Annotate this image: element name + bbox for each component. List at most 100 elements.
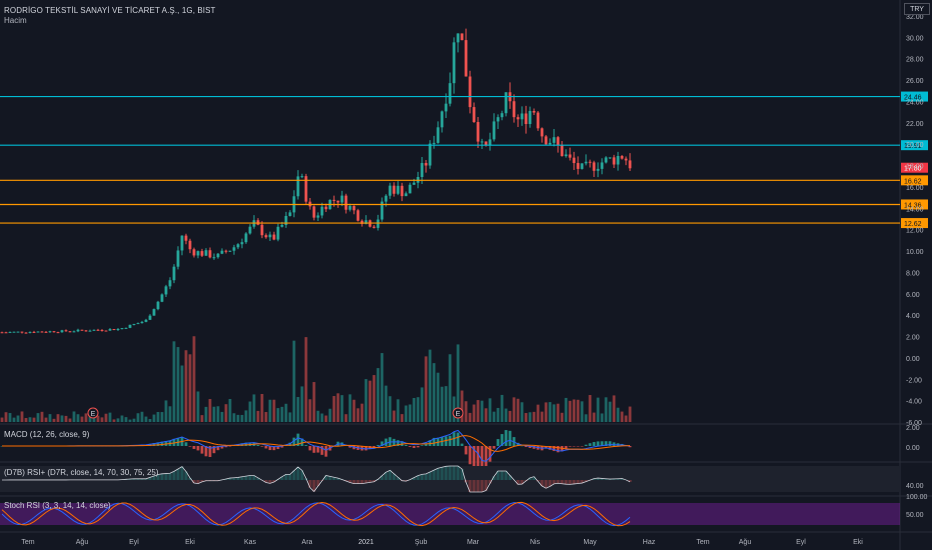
- macd-histogram-bar: [264, 446, 268, 449]
- y-tick-label: 14.00: [906, 206, 924, 213]
- currency-badge[interactable]: TRY: [904, 3, 930, 15]
- y-tick-label: 2.00: [906, 335, 920, 342]
- volume-bar: [248, 401, 252, 422]
- x-tick-label: Eyl: [129, 539, 139, 546]
- macd-histogram-bar: [200, 446, 204, 454]
- candle-body: [396, 185, 400, 194]
- horizontal-levels[interactable]: 24.4619.9116.6214.3612.6217.80: [0, 91, 928, 229]
- macd-histogram-bar: [256, 444, 260, 446]
- candle-body: [260, 224, 264, 236]
- candle-body: [468, 76, 472, 108]
- volume-bar: [476, 400, 480, 422]
- volume-bar: [272, 399, 276, 422]
- volume-bar: [360, 403, 364, 422]
- candle-body: [624, 158, 628, 161]
- volume-bar: [44, 417, 48, 422]
- candle-body: [184, 235, 188, 241]
- candle-body: [44, 331, 48, 333]
- candle-body: [296, 176, 300, 197]
- candle-body: [352, 206, 356, 211]
- y-tick-label: 28.00: [906, 57, 924, 64]
- macd-histogram-bar: [324, 446, 328, 457]
- candle-body: [140, 321, 144, 324]
- macd-histogram-bar: [304, 445, 308, 446]
- volume-bar: [144, 416, 148, 422]
- candle-body: [16, 331, 20, 333]
- candle-body: [216, 253, 220, 258]
- macd-histogram-bar: [192, 446, 196, 449]
- volume-bar: [236, 414, 240, 422]
- candle-body: [440, 111, 444, 128]
- candle-body: [264, 235, 268, 238]
- y-tick-label: 26.00: [906, 78, 924, 85]
- candle-body: [600, 162, 604, 169]
- macd-histogram-bar: [464, 446, 468, 455]
- volume-bar: [544, 402, 548, 422]
- candle-body: [96, 329, 100, 331]
- candle-body: [552, 137, 556, 143]
- volume-bar: [576, 399, 580, 422]
- candle-body: [588, 161, 592, 163]
- volume-bar: [276, 408, 280, 422]
- price-candles: [0, 28, 632, 334]
- macd-tick-label: 2.00: [906, 425, 920, 432]
- candle-body: [92, 329, 96, 331]
- candle-body: [536, 112, 540, 129]
- candle-body: [556, 137, 560, 145]
- macd-histogram-bar: [592, 442, 596, 446]
- candle-body: [324, 206, 328, 210]
- y-tick-label: 8.00: [906, 270, 920, 277]
- candle-body: [244, 233, 248, 243]
- candle-body: [596, 168, 600, 171]
- stoch-tick-label: 50.00: [906, 512, 924, 519]
- x-tick-label: Eki: [185, 539, 195, 546]
- volume-bar: [620, 411, 624, 422]
- candle-body: [64, 330, 68, 332]
- macd-histogram-bar: [456, 432, 460, 446]
- candle-body: [492, 121, 496, 140]
- volume-bar: [608, 401, 612, 422]
- macd-label: MACD (12, 26, close, 9): [4, 430, 90, 439]
- candle-body: [520, 113, 524, 120]
- volume-bar: [520, 402, 524, 422]
- candle-body: [24, 332, 28, 334]
- candle-body: [572, 157, 576, 164]
- volume-bar: [448, 354, 452, 422]
- volume-bar: [512, 397, 516, 422]
- candle-body: [240, 242, 244, 245]
- candle-body: [220, 250, 224, 254]
- volume-bar: [600, 413, 604, 422]
- volume-bar: [72, 411, 76, 422]
- volume-bar: [56, 414, 60, 422]
- volume-bar: [380, 353, 384, 422]
- macd-histogram-bar: [420, 445, 424, 446]
- candle-body: [104, 330, 108, 332]
- volume-label: Hacim: [4, 16, 27, 25]
- y-tick-label: 12.00: [906, 228, 924, 235]
- volume-bar: [128, 419, 132, 422]
- candle-body: [592, 162, 596, 171]
- volume-bar: [332, 396, 336, 422]
- volume-bar: [288, 412, 292, 422]
- y-tick-label: 18.00: [906, 164, 924, 171]
- y-tick-label: 6.00: [906, 292, 920, 299]
- candle-body: [524, 113, 528, 124]
- volume-bar: [316, 410, 320, 422]
- volume-bar: [148, 419, 152, 422]
- candle-body: [176, 250, 180, 267]
- candle-body: [160, 294, 164, 302]
- x-tick-label: Ağu: [739, 539, 752, 546]
- candle-body: [528, 110, 532, 124]
- volume-bar: [60, 415, 64, 422]
- candle-body: [180, 235, 184, 251]
- volume-bar: [12, 417, 16, 422]
- stoch-rsi-pane: 100.00 50.00: [0, 494, 928, 527]
- volume-bar: [168, 406, 172, 422]
- macd-histogram-bar: [448, 435, 452, 446]
- candle-body: [152, 309, 156, 316]
- volume-bar: [484, 408, 488, 422]
- candle-body: [540, 128, 544, 137]
- volume-bar: [500, 394, 504, 422]
- macd-histogram-bar: [504, 430, 508, 446]
- volume-bar: [568, 400, 572, 422]
